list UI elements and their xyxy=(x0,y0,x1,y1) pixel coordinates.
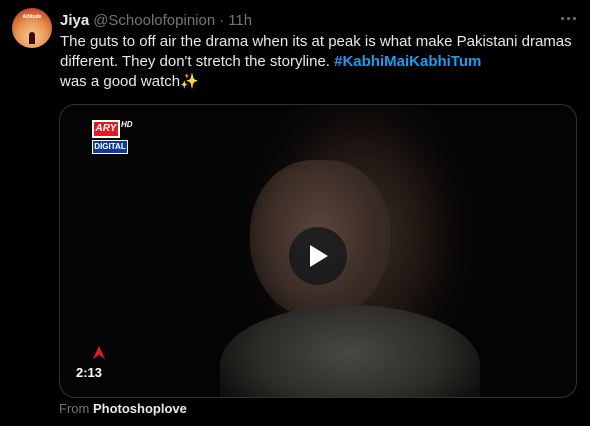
source-prefix: From xyxy=(59,401,90,416)
channel-logo-text: ARY xyxy=(92,120,120,138)
avatar-figure xyxy=(29,32,35,44)
channel-logo: ARY HD DIGITAL xyxy=(92,120,133,162)
tweet-text: The guts to off air the drama when its a… xyxy=(60,32,575,92)
tweet-text-body: The guts to off air the drama when its a… xyxy=(60,33,572,70)
channel-hd-label: HD xyxy=(121,120,133,129)
author-name[interactable]: Jiya xyxy=(60,12,89,29)
media-source: From Photoshoplove xyxy=(59,401,187,416)
more-options-icon[interactable] xyxy=(558,8,578,28)
source-name[interactable]: Photoshoplove xyxy=(93,401,187,416)
watermark-logo-icon xyxy=(93,346,105,359)
tweet-text-tail: was a good watch xyxy=(60,73,181,90)
play-icon xyxy=(310,245,328,267)
channel-sub-label: DIGITAL xyxy=(92,140,128,154)
video-frame-scarf xyxy=(220,305,480,397)
hashtag-link[interactable]: #KabhiMaiKabhiTum xyxy=(334,53,481,70)
sparkles-emoji: ✨ xyxy=(180,73,199,90)
video-duration: 2:13 xyxy=(76,365,103,380)
avatar-caption: Attitude xyxy=(22,14,42,20)
tweet-header: Jiya @Schoolofopinion · 11h xyxy=(60,11,252,29)
play-button[interactable] xyxy=(289,227,347,285)
separator-dot: · xyxy=(219,11,225,29)
video-player[interactable]: ARY HD DIGITAL 2:13 xyxy=(59,104,577,398)
author-handle[interactable]: @Schoolofopinion xyxy=(93,12,215,29)
tweet-timestamp[interactable]: 11h xyxy=(228,12,252,29)
author-avatar[interactable]: Attitude xyxy=(12,8,52,48)
